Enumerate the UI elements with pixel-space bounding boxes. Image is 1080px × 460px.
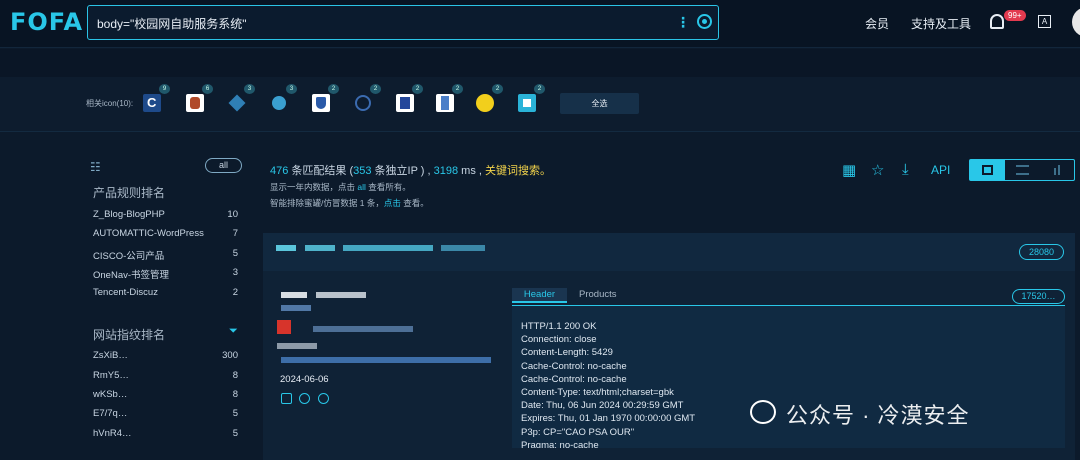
related-icons-row: 相关icon(10): C9 6 3 3 2 2 2 2 2 2 全选 (0, 77, 1080, 132)
redacted-ip (281, 292, 307, 298)
favicon-badge-icon[interactable]: 2 (396, 84, 423, 112)
top-bar: FOFA body="校园网自助服务系统" ⋮ 会员 支持及工具 99+ A (0, 0, 1080, 48)
click-view-link[interactable]: 点击 (384, 198, 401, 208)
all-toggle-button[interactable]: all (205, 158, 242, 173)
favicon-count: 2 (328, 84, 339, 94)
more-options-icon[interactable]: ⋮ (676, 14, 690, 31)
refresh-icon[interactable] (318, 393, 329, 404)
favicon-yellow-icon[interactable]: 2 (476, 84, 503, 112)
redacted-host (441, 245, 485, 251)
search-box[interactable]: body="校园网自助服务系统" ⋮ (87, 5, 719, 40)
header-line: Connection: close (521, 334, 597, 346)
favicon-count: 2 (492, 84, 503, 94)
fingerprint-item[interactable]: wKSb… 8 (93, 389, 243, 400)
redacted-host (343, 245, 433, 251)
nav-support-tools[interactable]: 支持及工具 (911, 15, 971, 32)
list-view-icon[interactable] (1005, 160, 1040, 180)
product-item[interactable]: CISCO-公司产品 5 (93, 248, 243, 262)
related-icons-label: 相关icon(10): (86, 99, 134, 108)
product-item[interactable]: Tencent-Discuz 2 (93, 287, 243, 298)
header-line: HTTP/1.1 200 OK (521, 321, 597, 332)
result-summary: 476 条匹配结果 (353 条独立IP ) , 3198 ms , 关键词搜索… (270, 162, 551, 178)
year-data-note: 显示一年内数据，点击 all 查看所有。 (270, 182, 411, 192)
query-time: 3198 (433, 165, 459, 177)
favicon-figure-icon[interactable]: 2 (436, 84, 463, 112)
fingerprint-item[interactable]: hVnR4… 5 (93, 428, 243, 439)
unique-ip-count: 353 (353, 165, 372, 177)
tab-products[interactable]: Products (579, 288, 617, 301)
wechat-icon (750, 400, 776, 424)
api-button[interactable]: API (931, 163, 950, 177)
redacted-ip (316, 292, 366, 298)
favicon-count: 3 (286, 84, 297, 94)
redacted-info (281, 305, 311, 311)
redacted-info (313, 326, 413, 332)
fingerprint-ranking-title: 网站指纹排名 (93, 328, 166, 342)
port-badge[interactable]: 28080 (1019, 244, 1064, 260)
filter-sliders-icon[interactable]: ☷ (90, 160, 101, 174)
summary-text: 条匹配结果 ( (288, 165, 354, 177)
notification-badge: 99+ (1004, 10, 1026, 21)
product-item[interactable]: OneNav-书签管理 3 (93, 267, 243, 281)
favicon-count: 2 (370, 84, 381, 94)
funnel-icon[interactable]: ⏷ (229, 325, 238, 338)
summary-text: 条独立IP ) , (371, 165, 434, 177)
favicon-count: 2 (452, 84, 463, 94)
fingerprint-item[interactable]: E7/7q… 5 (93, 408, 243, 419)
favicon-diamond-icon[interactable]: 3 (228, 84, 255, 112)
result-total: 476 (270, 165, 289, 177)
favicon-shield-icon[interactable]: 2 (312, 84, 339, 112)
result-card-header: 28080 (263, 233, 1075, 271)
redacted-title (281, 357, 491, 363)
view-switcher (969, 159, 1075, 181)
chart-view-icon[interactable] (1040, 160, 1075, 180)
product-item[interactable]: AUTOMATTIC-WordPress 7 (93, 228, 243, 239)
spacer-band (0, 49, 1080, 77)
favicon-globe-icon[interactable]: 3 (270, 84, 297, 112)
cube-icon[interactable] (299, 393, 310, 404)
header-line: Cache-Control: no-cache (521, 373, 627, 385)
bell-icon[interactable] (990, 14, 1004, 29)
redacted-flag (277, 320, 291, 334)
keyword-search-link[interactable]: 关键词搜索。 (485, 165, 551, 177)
favicon-play-icon[interactable]: 2 (518, 84, 545, 112)
code-icon[interactable] (281, 393, 292, 404)
header-line: Content-Length: 5429 (521, 347, 613, 359)
download-icon[interactable]: ⤓ (902, 161, 909, 178)
tab-header[interactable]: Header (512, 288, 567, 303)
favicon-count: 6 (202, 84, 213, 94)
fingerprint-item[interactable]: ZsXiB… 300 (93, 350, 243, 361)
redacted-info (277, 343, 317, 349)
fofa-logo[interactable]: FOFA (10, 8, 83, 36)
star-icon[interactable]: ☆ (871, 161, 884, 179)
result-date: 2024-06-06 (280, 374, 329, 385)
header-line: Cache-Control: no-cache (521, 360, 627, 372)
redacted-host (305, 245, 335, 251)
favicon-seal-icon[interactable]: 2 (354, 84, 381, 112)
favicon-count: 3 (244, 84, 255, 94)
show-all-link[interactable]: all (357, 182, 366, 192)
favicon-count: 9 (159, 84, 170, 94)
product-item[interactable]: Z_Blog-BlogPHP 10 (93, 209, 243, 220)
hash-badge[interactable]: 17520… (1012, 289, 1065, 304)
summary-text: ms , (458, 165, 486, 177)
favicon-count: 2 (534, 84, 545, 94)
honeypot-note: 智能排除蜜罐/仿冒数据 1 条，点击 查看。 (270, 198, 429, 208)
favicon-gnu-icon[interactable]: 6 (186, 84, 213, 112)
grid-view-icon[interactable] (970, 160, 1005, 180)
watermark-text: 公众号 · 冷漠安全 (786, 403, 970, 428)
fingerprint-item[interactable]: RmY5… 8 (93, 370, 243, 381)
translate-icon[interactable]: A (1038, 15, 1051, 28)
nav-member[interactable]: 会员 (865, 15, 889, 32)
select-all-button[interactable]: 全选 (560, 93, 639, 114)
compare-icon[interactable]: ▦ (842, 161, 856, 179)
avatar[interactable] (1072, 7, 1080, 37)
redacted-host (276, 245, 296, 251)
search-icon[interactable] (697, 14, 712, 29)
header-line: Pragma: no-cache (521, 439, 599, 448)
favicon-c-icon[interactable]: C9 (143, 84, 170, 112)
search-input[interactable]: body="校园网自助服务系统" (97, 15, 247, 32)
product-ranking-title: 产品规则排名 (93, 186, 166, 200)
favicon-count: 2 (412, 84, 423, 94)
